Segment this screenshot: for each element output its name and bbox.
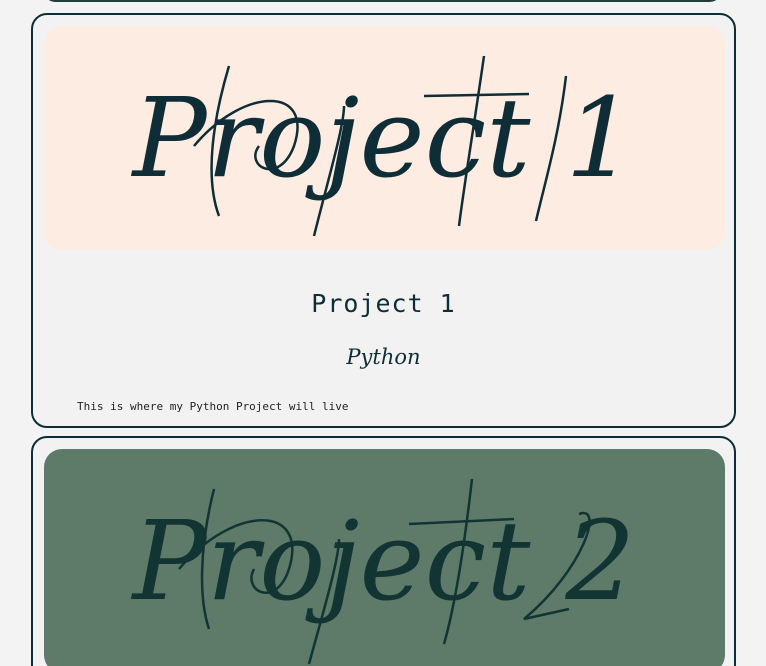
- project-2-banner-text: Project 2: [131, 497, 636, 625]
- project-1-description: This is where my Python Project will liv…: [77, 400, 349, 413]
- project-2-banner-image: Project 2: [44, 449, 725, 666]
- project-card-2[interactable]: Project 2: [31, 436, 736, 666]
- project-1-banner-image: Project 1: [44, 26, 725, 250]
- project-1-language: Python: [346, 345, 421, 369]
- portfolio-viewport: Project 1 Project 1 Python This is where…: [0, 0, 766, 666]
- project-1-banner-svg: Project 1: [44, 26, 725, 250]
- project-1-title: Project 1: [311, 289, 456, 318]
- project-1-banner-text: Project 1: [131, 74, 636, 202]
- previous-card-edge: [42, 0, 723, 2]
- project-card-1[interactable]: Project 1 Project 1 Python This is where…: [31, 13, 736, 428]
- project-2-banner-svg: Project 2: [44, 449, 725, 666]
